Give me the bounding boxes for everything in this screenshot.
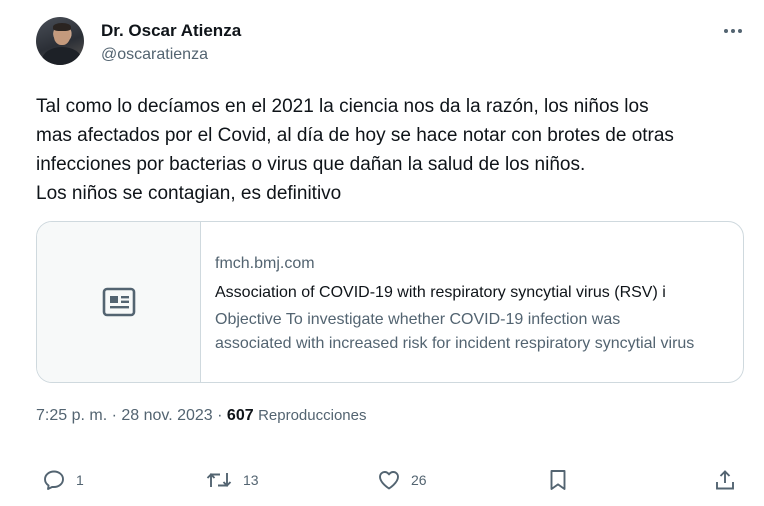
like-button[interactable]: 26: [377, 462, 427, 498]
article-icon: [102, 287, 135, 317]
tweet: Dr. Oscar Atienza @oscaratienza Tal como…: [0, 0, 764, 506]
more-options-button[interactable]: [718, 18, 748, 44]
link-card-description-line: associated with increased risk for incid…: [215, 335, 695, 352]
tweet-text: Tal como lo decíamos en el 2021 la cienc…: [36, 92, 736, 208]
views-label: Reproducciones: [258, 407, 367, 424]
retweet-count: 13: [243, 472, 259, 488]
action-bar: 1 13 26: [0, 462, 764, 498]
link-card-body: fmch.bmj.com Association of COVID-19 wit…: [215, 252, 731, 356]
link-card-thumbnail: [37, 222, 201, 382]
retweet-button[interactable]: 13: [205, 462, 259, 498]
views-count: 607: [226, 407, 254, 424]
link-card-description-line: Objective To investigate whether COVID-1…: [215, 311, 621, 328]
link-card[interactable]: fmch.bmj.com Association of COVID-19 wit…: [36, 221, 744, 383]
retweet-icon: [206, 473, 232, 487]
avatar[interactable]: [36, 17, 84, 65]
tweet-text-line: infecciones por bacterias o virus que da…: [36, 154, 586, 175]
reply-count: 1: [76, 472, 84, 488]
comment-icon: [44, 470, 64, 490]
heart-icon: [379, 471, 399, 490]
tweet-text-line: Tal como lo decíamos en el 2021 la cienc…: [36, 96, 649, 117]
tweet-text-line: Los niños se contagian, es definitivo: [36, 183, 342, 204]
share-button[interactable]: [713, 462, 737, 498]
tweet-timestamp[interactable]: 7:25 p. m. · 28 nov. 2023 ·: [36, 407, 227, 424]
reply-button[interactable]: 1: [42, 462, 84, 498]
bookmark-button[interactable]: [546, 462, 570, 498]
like-count: 26: [411, 472, 427, 488]
more-horizontal-icon: [724, 29, 742, 33]
tweet-text-line: mas afectados por el Covid, al día de ho…: [36, 125, 674, 146]
share-icon: [716, 470, 734, 490]
link-card-description: Objective To investigate whether COVID-1…: [215, 308, 731, 356]
author-name[interactable]: Dr. Oscar Atienza: [101, 21, 241, 41]
bookmark-icon: [550, 470, 566, 490]
author-handle[interactable]: @oscaratienza: [101, 46, 208, 64]
tweet-meta: 7:25 p. m. · 28 nov. 2023 · 607 Reproduc…: [36, 407, 366, 425]
link-card-domain: fmch.bmj.com: [215, 255, 315, 272]
link-card-title: Association of COVID-19 with respiratory…: [215, 284, 666, 301]
